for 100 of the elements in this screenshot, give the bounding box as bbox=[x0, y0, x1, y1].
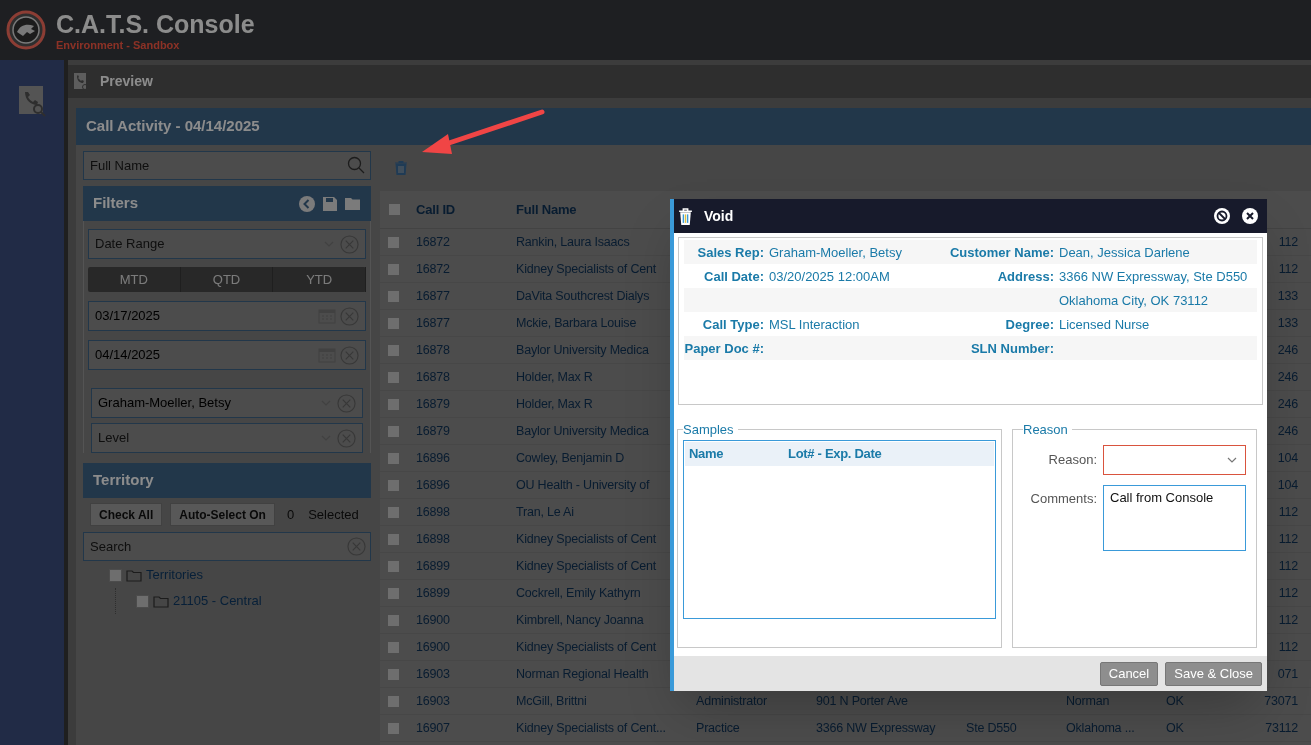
column-header[interactable]: Lot# - Exp. Date bbox=[788, 443, 882, 464]
table-cell: Administrator bbox=[696, 693, 768, 708]
table-cell: 16872 bbox=[416, 261, 450, 276]
row-checkbox[interactable] bbox=[387, 451, 400, 465]
save-icon[interactable] bbox=[323, 196, 337, 211]
detail-label: Paper Doc #: bbox=[684, 341, 764, 356]
row-checkbox[interactable] bbox=[387, 532, 400, 546]
tree-item[interactable]: 21105 - Central bbox=[173, 591, 262, 611]
select-all-checkbox[interactable] bbox=[388, 203, 401, 216]
environment-label: Environment - Sandbox bbox=[56, 38, 181, 52]
table-cell: 16907 bbox=[416, 720, 450, 735]
app-title: C.A.T.S. Console bbox=[56, 8, 255, 39]
table-cell: Practice bbox=[696, 720, 740, 735]
tree-checkbox[interactable] bbox=[109, 568, 122, 582]
table-cell: Norman Regional Health bbox=[516, 666, 649, 681]
row-checkbox[interactable] bbox=[387, 505, 400, 519]
table-cell: 16900 bbox=[416, 612, 450, 627]
row-checkbox[interactable] bbox=[387, 640, 400, 654]
tree-checkbox[interactable] bbox=[136, 594, 149, 608]
row-checkbox[interactable] bbox=[387, 235, 400, 249]
table-cell: 901 N Porter Ave bbox=[816, 693, 908, 708]
trash-icon[interactable] bbox=[395, 161, 407, 175]
folder-icon[interactable] bbox=[345, 197, 361, 210]
table-cell: 16878 bbox=[416, 369, 450, 384]
detail-label: SLN Number: bbox=[970, 341, 1054, 356]
dialog-button[interactable]: Save & Close bbox=[1165, 661, 1262, 686]
row-checkbox[interactable] bbox=[387, 721, 400, 735]
date-range-select[interactable]: Date Range bbox=[88, 229, 366, 259]
preset-tab[interactable]: YTD bbox=[273, 267, 366, 292]
table-cell: Tran, Le Ai bbox=[516, 504, 574, 519]
preset-tab[interactable]: QTD bbox=[180, 267, 274, 292]
table-cell: 16896 bbox=[416, 450, 450, 465]
table-cell: 071 bbox=[1277, 666, 1298, 681]
dialog-button[interactable]: Cancel bbox=[1099, 661, 1159, 686]
table-cell: 104 bbox=[1277, 450, 1298, 465]
name-search-field[interactable]: Full Name bbox=[83, 151, 371, 180]
table-cell: 73071 bbox=[1264, 693, 1298, 708]
table-cell: Kidney Specialists of Cent bbox=[516, 531, 656, 546]
territory-button[interactable]: Check All bbox=[90, 503, 163, 526]
sales-rep-select[interactable]: Graham-Moeller, Betsy bbox=[91, 388, 363, 418]
row-checkbox[interactable] bbox=[387, 316, 400, 330]
back-icon[interactable] bbox=[299, 195, 315, 212]
reason-label: Reason: bbox=[1047, 450, 1097, 469]
detail-label: Address: bbox=[997, 269, 1054, 284]
table-cell: 16903 bbox=[416, 666, 450, 681]
table-cell: 16877 bbox=[416, 315, 450, 330]
table-cell: 133 bbox=[1277, 315, 1298, 330]
trash-icon bbox=[679, 207, 692, 225]
detail-value: Graham-Moeller, Betsy bbox=[769, 245, 902, 260]
panel-title: Call Activity - 04/14/2025 bbox=[86, 116, 260, 137]
detail-value: MSL Interaction bbox=[769, 317, 860, 332]
preset-tab[interactable]: MTD bbox=[88, 267, 181, 292]
table-cell: 16877 bbox=[416, 288, 450, 303]
table-cell: 246 bbox=[1277, 423, 1298, 438]
table-cell: 112 bbox=[1278, 558, 1298, 573]
reason-select[interactable] bbox=[1103, 444, 1246, 475]
table-cell: 112 bbox=[1278, 531, 1298, 546]
row-checkbox[interactable] bbox=[387, 667, 400, 681]
column-header[interactable]: Name bbox=[689, 443, 788, 464]
territory-search-field[interactable]: Search bbox=[83, 532, 371, 561]
breadcrumb-label: Preview bbox=[100, 72, 153, 91]
row-checkbox[interactable] bbox=[387, 343, 400, 357]
row-checkbox[interactable] bbox=[387, 613, 400, 627]
column-header[interactable]: Call ID bbox=[407, 199, 507, 220]
reason-legend: Reason bbox=[1023, 420, 1072, 440]
tree-item[interactable]: Territories bbox=[146, 565, 204, 585]
table-cell: 104 bbox=[1277, 477, 1298, 492]
row-checkbox[interactable] bbox=[387, 478, 400, 492]
row-checkbox[interactable] bbox=[387, 289, 400, 303]
table-cell: 112 bbox=[1278, 261, 1298, 276]
phone-search-icon[interactable] bbox=[18, 86, 46, 118]
table-cell: Ste D550 bbox=[966, 720, 1017, 735]
table-cell: 16899 bbox=[416, 558, 450, 573]
table-cell: 3366 NW Expressway bbox=[816, 720, 936, 735]
territory-button[interactable]: Auto-Select On bbox=[170, 503, 275, 526]
table-cell: OK bbox=[1166, 720, 1184, 735]
table-cell: 133 bbox=[1277, 288, 1298, 303]
table-cell: DaVita Southcrest Dialys bbox=[516, 288, 650, 303]
row-checkbox[interactable] bbox=[387, 694, 400, 708]
row-checkbox[interactable] bbox=[387, 397, 400, 411]
search-icon[interactable] bbox=[347, 156, 365, 174]
row-checkbox[interactable] bbox=[387, 586, 400, 600]
comments-field[interactable]: Call from Console bbox=[1103, 484, 1246, 551]
block-icon[interactable] bbox=[1214, 208, 1230, 224]
table-cell: 16900 bbox=[416, 639, 450, 654]
table-cell: Mckie, Barbara Louise bbox=[516, 315, 637, 330]
table-cell: Kidney Specialists of Cent bbox=[516, 639, 656, 654]
detail-label: Customer Name: bbox=[949, 245, 1054, 260]
date-field[interactable]: 04/14/2025 bbox=[88, 340, 366, 370]
row-checkbox[interactable] bbox=[387, 370, 400, 384]
detail-value: Dean, Jessica Darlene bbox=[1059, 245, 1190, 260]
close-icon[interactable] bbox=[1242, 208, 1258, 224]
table-cell: Oklahoma ... bbox=[1066, 720, 1135, 735]
row-checkbox[interactable] bbox=[387, 424, 400, 438]
row-checkbox[interactable] bbox=[387, 559, 400, 573]
table-cell: 16898 bbox=[416, 531, 450, 546]
row-checkbox[interactable] bbox=[387, 262, 400, 276]
table-cell: Baylor University Medica bbox=[516, 342, 649, 357]
date-field[interactable]: 03/17/2025 bbox=[88, 301, 366, 331]
level-select[interactable]: Level bbox=[91, 423, 363, 453]
